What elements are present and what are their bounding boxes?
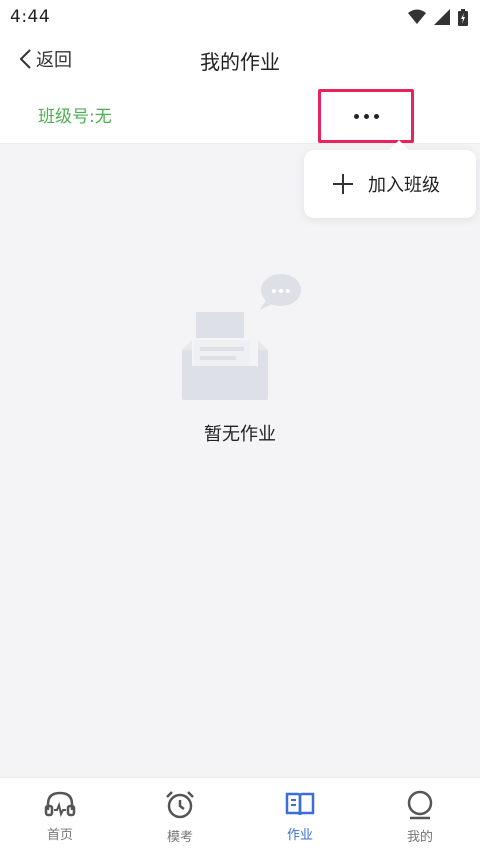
class-number-label: 班级号:无 <box>38 107 112 127</box>
plus-icon <box>333 174 353 194</box>
tab-profile[interactable]: 我的 <box>360 778 480 853</box>
more-icon-dot <box>373 113 379 119</box>
tab-home-label: 首页 <box>46 828 73 843</box>
status-icons <box>408 8 468 26</box>
tab-home[interactable]: 首页 <box>0 778 120 853</box>
status-bar: 4:44 <box>0 0 480 34</box>
wifi-icon <box>408 9 426 24</box>
more-icon-dot <box>353 113 359 119</box>
bottom-tab-bar: 首页 模考 作业 我的 <box>0 777 480 853</box>
page-title: 我的作业 <box>200 50 280 74</box>
tab-homework-label: 作业 <box>286 828 313 843</box>
more-options-button[interactable] <box>318 89 414 143</box>
join-class-label: 加入班级 <box>368 175 440 196</box>
signal-icon <box>434 9 450 25</box>
tab-mock-exam[interactable]: 模考 <box>120 778 240 853</box>
empty-inbox-icon <box>182 274 301 400</box>
alarm-clock-icon <box>166 791 194 819</box>
empty-message: 暂无作业 <box>204 424 276 445</box>
battery-icon <box>458 8 468 26</box>
tab-mock-exam-label: 模考 <box>166 830 193 845</box>
status-time: 4:44 <box>10 7 51 27</box>
join-class-menu-item[interactable]: 加入班级 <box>304 150 476 218</box>
more-icon-dot <box>363 113 369 119</box>
tab-homework[interactable]: 作业 <box>240 778 360 853</box>
class-info-bar: 班级号:无 <box>0 84 480 144</box>
header: 返回 我的作业 <box>0 34 480 84</box>
profile-icon <box>407 790 433 820</box>
empty-state: 暂无作业 <box>0 270 480 446</box>
book-icon <box>285 792 315 816</box>
headphones-icon <box>44 791 76 817</box>
tab-profile-label: 我的 <box>406 830 433 845</box>
